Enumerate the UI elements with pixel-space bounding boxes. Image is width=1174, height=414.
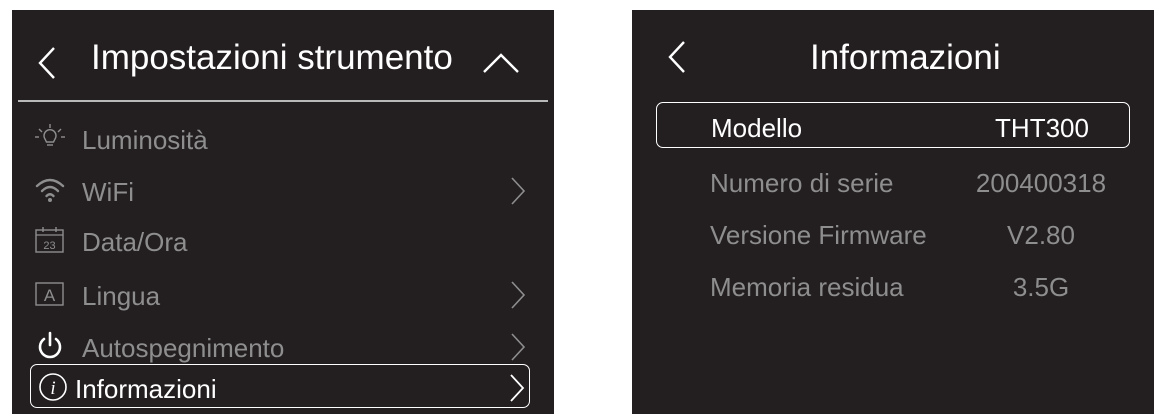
svg-text:i: i bbox=[50, 378, 55, 399]
menu-item-informazioni[interactable]: i Informazioni bbox=[30, 364, 530, 408]
info-key: Versione Firmware bbox=[710, 220, 927, 250]
menu-item-autospegnimento[interactable]: Autospegnimento bbox=[32, 324, 530, 368]
menu-item-label: WiFi bbox=[82, 177, 134, 207]
svg-text:23: 23 bbox=[43, 240, 55, 252]
menu-item-label: Informazioni bbox=[75, 374, 217, 404]
back-arrow-icon[interactable] bbox=[668, 40, 686, 74]
calendar-icon: 23 bbox=[35, 227, 64, 253]
info-row-memoria-residua[interactable]: Memoria residua 3.5G bbox=[656, 262, 1130, 308]
back-arrow-icon[interactable] bbox=[38, 46, 56, 80]
page-title: Impostazioni strumento bbox=[91, 38, 453, 77]
settings-screen: Impostazioni strumento Luminosità WiFi 2… bbox=[12, 10, 554, 414]
brightness-icon bbox=[35, 124, 65, 146]
chevron-right-icon bbox=[511, 281, 526, 309]
chevron-right-icon bbox=[510, 374, 525, 402]
page-title: Informazioni bbox=[810, 38, 1001, 77]
info-key: Memoria residua bbox=[710, 272, 904, 302]
menu-item-label: Autospegnimento bbox=[82, 333, 285, 363]
menu-item-luminosita[interactable]: Luminosità bbox=[32, 116, 530, 160]
info-row-modello[interactable]: Modello THT300 bbox=[656, 102, 1130, 148]
menu-item-data-ora[interactable]: 23 Data/Ora bbox=[32, 218, 530, 262]
menu-item-lingua[interactable]: A Lingua bbox=[32, 272, 530, 316]
info-value: 3.5G bbox=[1012, 272, 1070, 302]
info-key: Modello bbox=[711, 113, 803, 143]
chevron-up-icon[interactable] bbox=[482, 52, 520, 74]
info-row-numero-di-serie[interactable]: Numero di serie 200400318 bbox=[656, 158, 1130, 204]
info-key: Numero di serie bbox=[710, 168, 894, 198]
menu-item-wifi[interactable]: WiFi bbox=[32, 168, 530, 212]
info-row-versione-firmware[interactable]: Versione Firmware V2.80 bbox=[656, 210, 1130, 256]
chevron-right-icon bbox=[511, 177, 526, 205]
chevron-right-icon bbox=[511, 333, 526, 361]
info-value: THT300 bbox=[995, 113, 1089, 143]
header-divider bbox=[18, 100, 548, 102]
svg-text:A: A bbox=[44, 286, 56, 305]
power-icon bbox=[38, 331, 62, 359]
wifi-icon bbox=[35, 178, 65, 202]
info-value: V2.80 bbox=[1007, 220, 1075, 250]
menu-item-label: Lingua bbox=[82, 281, 161, 311]
menu-item-label: Luminosità bbox=[82, 125, 208, 155]
info-screen: Informazioni Modello THT300 Numero di se… bbox=[632, 10, 1154, 414]
menu-item-label: Data/Ora bbox=[82, 227, 188, 257]
language-icon: A bbox=[35, 282, 64, 306]
info-value: 200400318 bbox=[975, 168, 1107, 198]
info-icon: i bbox=[39, 373, 67, 401]
